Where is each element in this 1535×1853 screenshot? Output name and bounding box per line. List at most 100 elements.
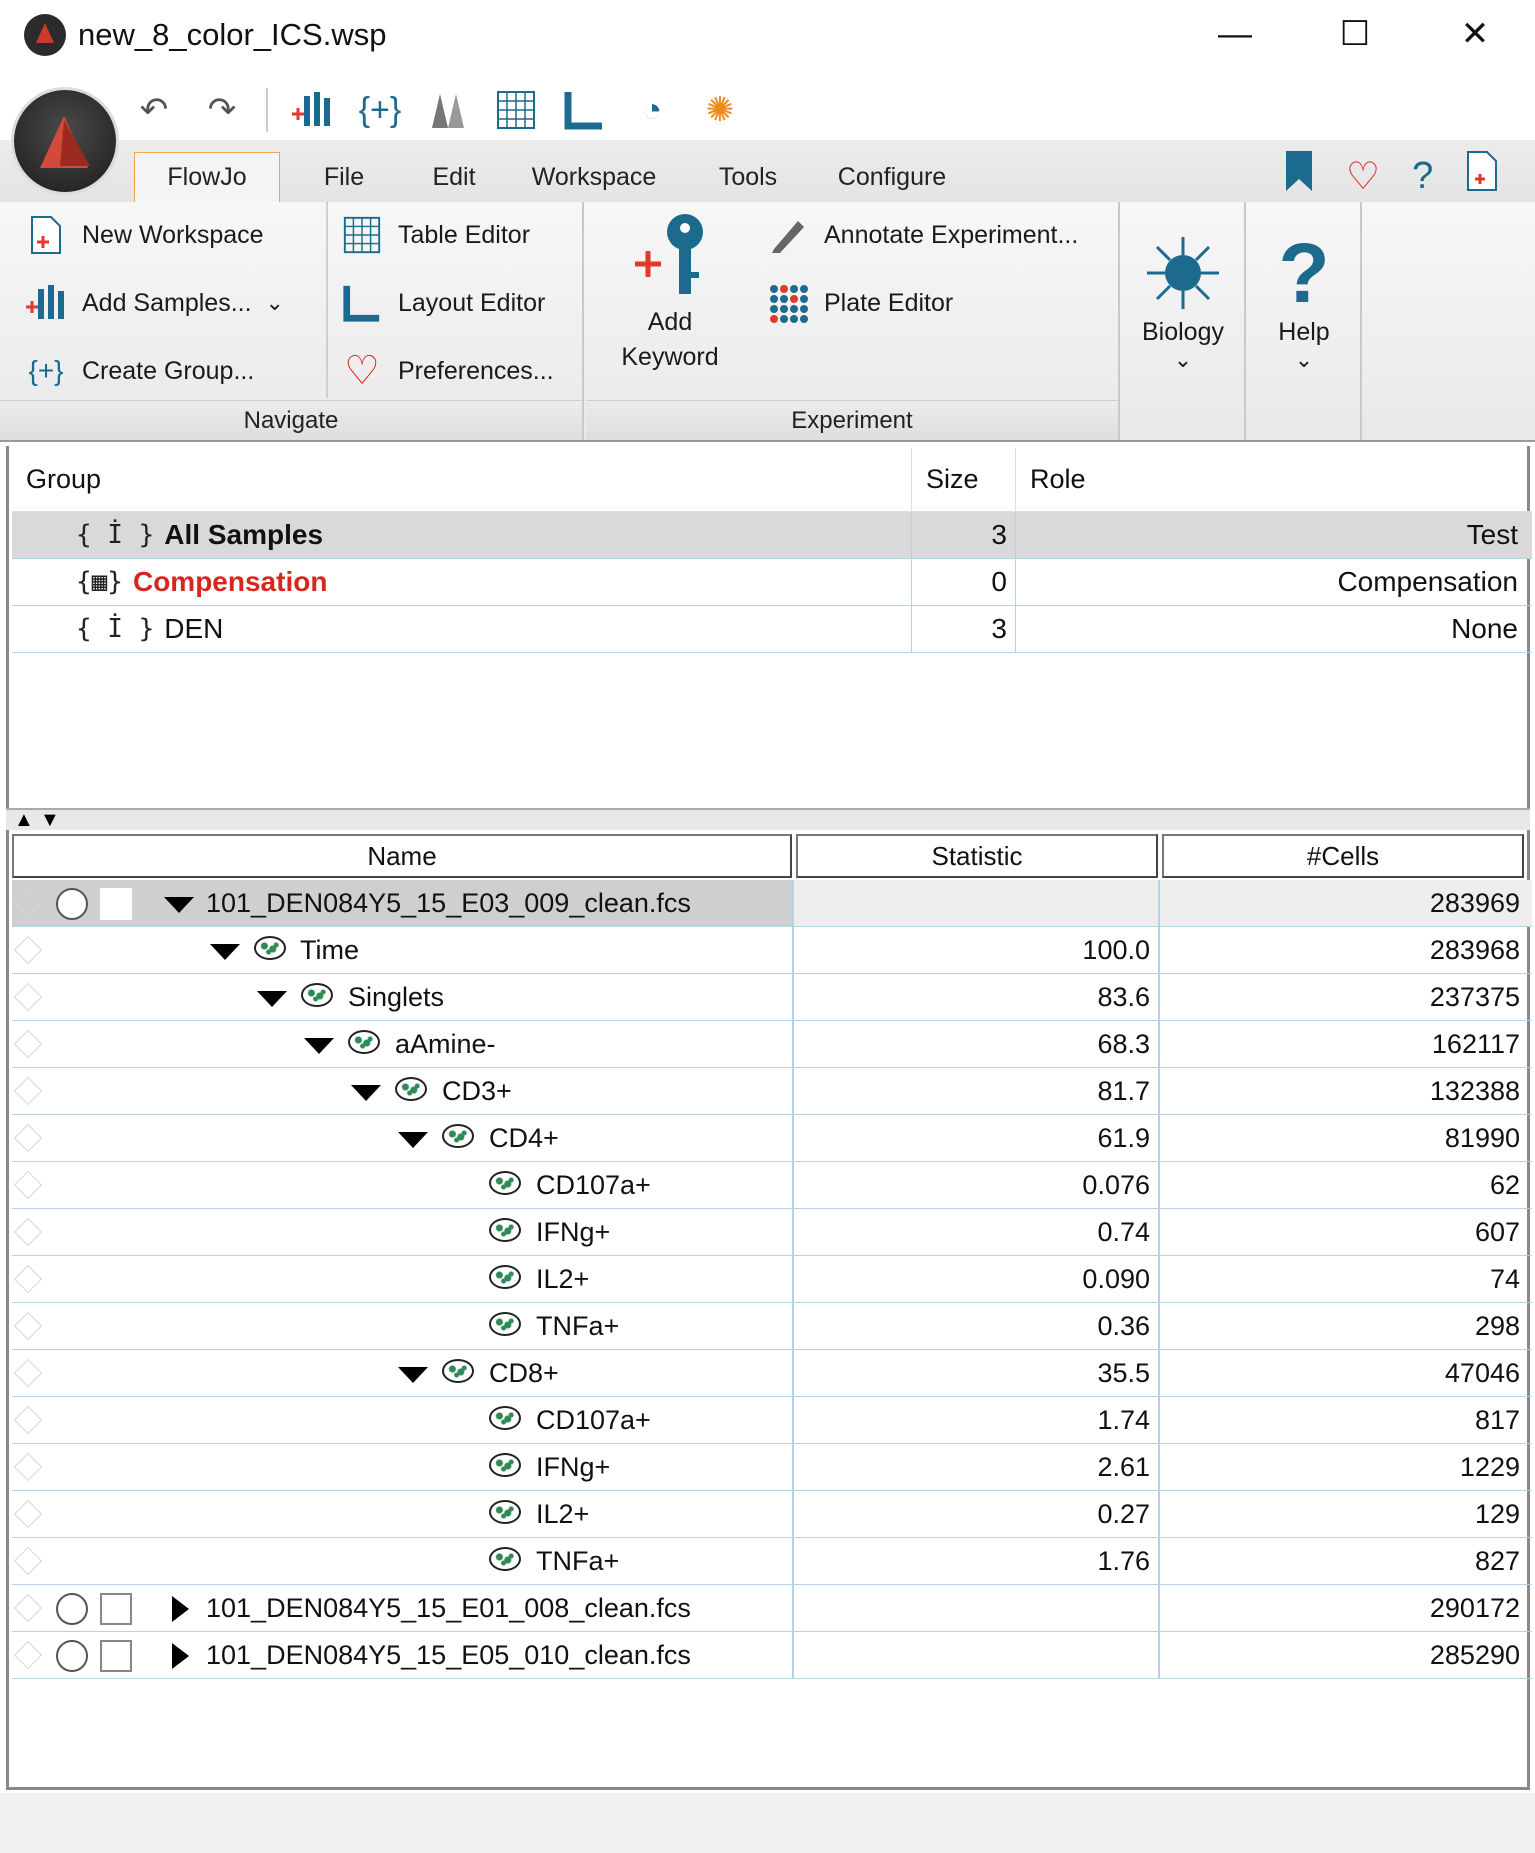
gate-row[interactable]: CD107a+ 0.076 62 [12,1162,1532,1209]
radio-button[interactable] [56,1593,88,1625]
compare-icon[interactable] [424,86,472,134]
group-row-all-samples[interactable]: { İ } All Samples 3 Test [12,512,1532,559]
diamond-marker-icon[interactable] [13,1593,43,1623]
diamond-marker-icon[interactable] [13,1029,43,1059]
sun-icon[interactable]: ✺ [696,86,744,134]
diamond-marker-icon[interactable] [13,1311,43,1341]
add-keyword-button[interactable]: Add Keyword [610,208,730,372]
gate-row[interactable]: CD4+ 61.9 81990 [12,1115,1532,1162]
gate-row[interactable]: CD3+ 81.7 132388 [12,1068,1532,1115]
gate-row[interactable]: Time 100.0 283968 [12,927,1532,974]
tab-file[interactable]: File [280,152,408,202]
expand-triangle-icon[interactable] [304,1038,334,1054]
add-samples-icon[interactable] [288,86,336,134]
diamond-marker-icon[interactable] [13,1499,43,1529]
collapsed-triangle-icon[interactable] [172,1643,189,1669]
sample-row[interactable]: 101_DEN084Y5_15_E03_009_clean.fcs 283969 [12,880,1532,927]
gate-row[interactable]: aAmine- 68.3 162117 [12,1021,1532,1068]
collapse-down-icon[interactable]: ▼ [40,810,60,830]
radio-button[interactable] [56,888,88,920]
create-group-icon[interactable]: {+} [356,86,404,134]
header-role[interactable]: Role [1016,448,1532,511]
tab-workspace[interactable]: Workspace [500,152,688,202]
diamond-marker-icon[interactable] [13,935,43,965]
checkbox[interactable] [100,1593,132,1625]
expand-triangle-icon[interactable] [398,1367,428,1383]
add-samples-button[interactable]: Add Samples... ⌄ [24,278,284,328]
gate-row[interactable]: TNFa+ 1.76 827 [12,1538,1532,1585]
flowjo-app-button[interactable] [14,90,116,192]
diamond-marker-icon[interactable] [13,1123,43,1153]
layout-editor-button[interactable]: Layout Editor [340,278,545,328]
gate-row[interactable]: Singlets 83.6 237375 [12,974,1532,1021]
statistic-cell: 100.0 [794,927,1160,973]
group-row-den[interactable]: { İ } DEN 3 None [12,606,1532,653]
gate-row[interactable]: IFNg+ 0.74 607 [12,1209,1532,1256]
minimize-button[interactable]: — [1190,6,1280,62]
tab-flowjo[interactable]: FlowJo [134,152,280,202]
refresh-icon[interactable]: ◔ [628,86,676,134]
tab-configure[interactable]: Configure [808,152,976,202]
help-icon[interactable]: ? [1412,155,1433,198]
maximize-button[interactable]: ☐ [1310,6,1400,62]
diamond-marker-icon[interactable] [13,1452,43,1482]
sample-row[interactable]: 101_DEN084Y5_15_E01_008_clean.fcs 290172 [12,1585,1532,1632]
gate-row[interactable]: IL2+ 0.090 74 [12,1256,1532,1303]
undo-icon[interactable]: ↶ [130,86,178,134]
pane-splitter[interactable]: ▲ ▼ [6,808,1530,830]
table-editor-icon[interactable] [492,86,540,134]
experiment-group-label: Experiment [586,400,1118,440]
radio-button[interactable] [56,1640,88,1672]
gate-row[interactable]: CD107a+ 1.74 817 [12,1397,1532,1444]
help-button[interactable]: ? Help ⌄ [1248,226,1360,373]
diamond-marker-icon[interactable] [13,1358,43,1388]
annotate-experiment-button[interactable]: Annotate Experiment... [766,210,1078,260]
new-workspace-button[interactable]: New Workspace [24,210,264,260]
bookmark-icon[interactable] [1284,149,1314,203]
sample-row[interactable]: 101_DEN084Y5_15_E05_010_clean.fcs 285290 [12,1632,1532,1679]
header-cells[interactable]: #Cells [1162,834,1524,878]
collapse-up-icon[interactable]: ▲ [14,810,34,830]
group-row-compensation[interactable]: {▦} Compensation 0 Compensation [12,559,1532,606]
biology-button[interactable]: Biology ⌄ [1122,228,1244,373]
diamond-marker-icon[interactable] [13,1264,43,1294]
diamond-marker-icon[interactable] [13,888,43,918]
plate-editor-button[interactable]: Plate Editor [766,278,953,328]
collapsed-triangle-icon[interactable] [172,1596,189,1622]
create-group-button[interactable]: {+} Create Group... [24,346,254,396]
header-statistic[interactable]: Statistic [796,834,1158,878]
header-size[interactable]: Size [912,448,1016,511]
diamond-marker-icon[interactable] [13,982,43,1012]
sample-table: Name Statistic #Cells 101_DEN084Y5_15_E0… [6,830,1532,1790]
checkbox[interactable] [100,1640,132,1672]
expand-triangle-icon[interactable] [398,1132,428,1148]
header-name[interactable]: Name [12,834,792,878]
checkbox[interactable] [100,888,132,920]
expand-triangle-icon[interactable] [210,944,240,960]
close-button[interactable]: ✕ [1430,6,1520,62]
header-group[interactable]: Group [12,448,912,511]
expand-triangle-icon[interactable] [351,1085,381,1101]
gate-row[interactable]: TNFa+ 0.36 298 [12,1303,1532,1350]
diamond-marker-icon[interactable] [13,1076,43,1106]
diamond-marker-icon[interactable] [13,1217,43,1247]
diamond-marker-icon[interactable] [13,1405,43,1435]
redo-icon[interactable]: ↷ [198,86,246,134]
diamond-marker-icon[interactable] [13,1170,43,1200]
expand-triangle-icon[interactable] [257,991,287,1007]
logo-pyramid-shade [60,120,90,166]
heart-icon[interactable]: ♡ [1346,154,1380,199]
diamond-marker-icon[interactable] [13,1640,43,1670]
new-document-icon[interactable] [1465,149,1499,203]
preferences-button[interactable]: ♡ Preferences... [340,346,554,396]
diamond-marker-icon[interactable] [13,1546,43,1576]
gate-row[interactable]: IL2+ 0.27 129 [12,1491,1532,1538]
layout-editor-icon[interactable] [560,86,608,134]
tab-edit[interactable]: Edit [408,152,500,202]
chevron-down-icon[interactable]: ⌄ [266,290,284,316]
gate-row[interactable]: IFNg+ 2.61 1229 [12,1444,1532,1491]
table-editor-button[interactable]: Table Editor [340,210,530,260]
gate-row[interactable]: CD8+ 35.5 47046 [12,1350,1532,1397]
tab-tools[interactable]: Tools [688,152,808,202]
expand-triangle-icon[interactable] [164,897,194,913]
